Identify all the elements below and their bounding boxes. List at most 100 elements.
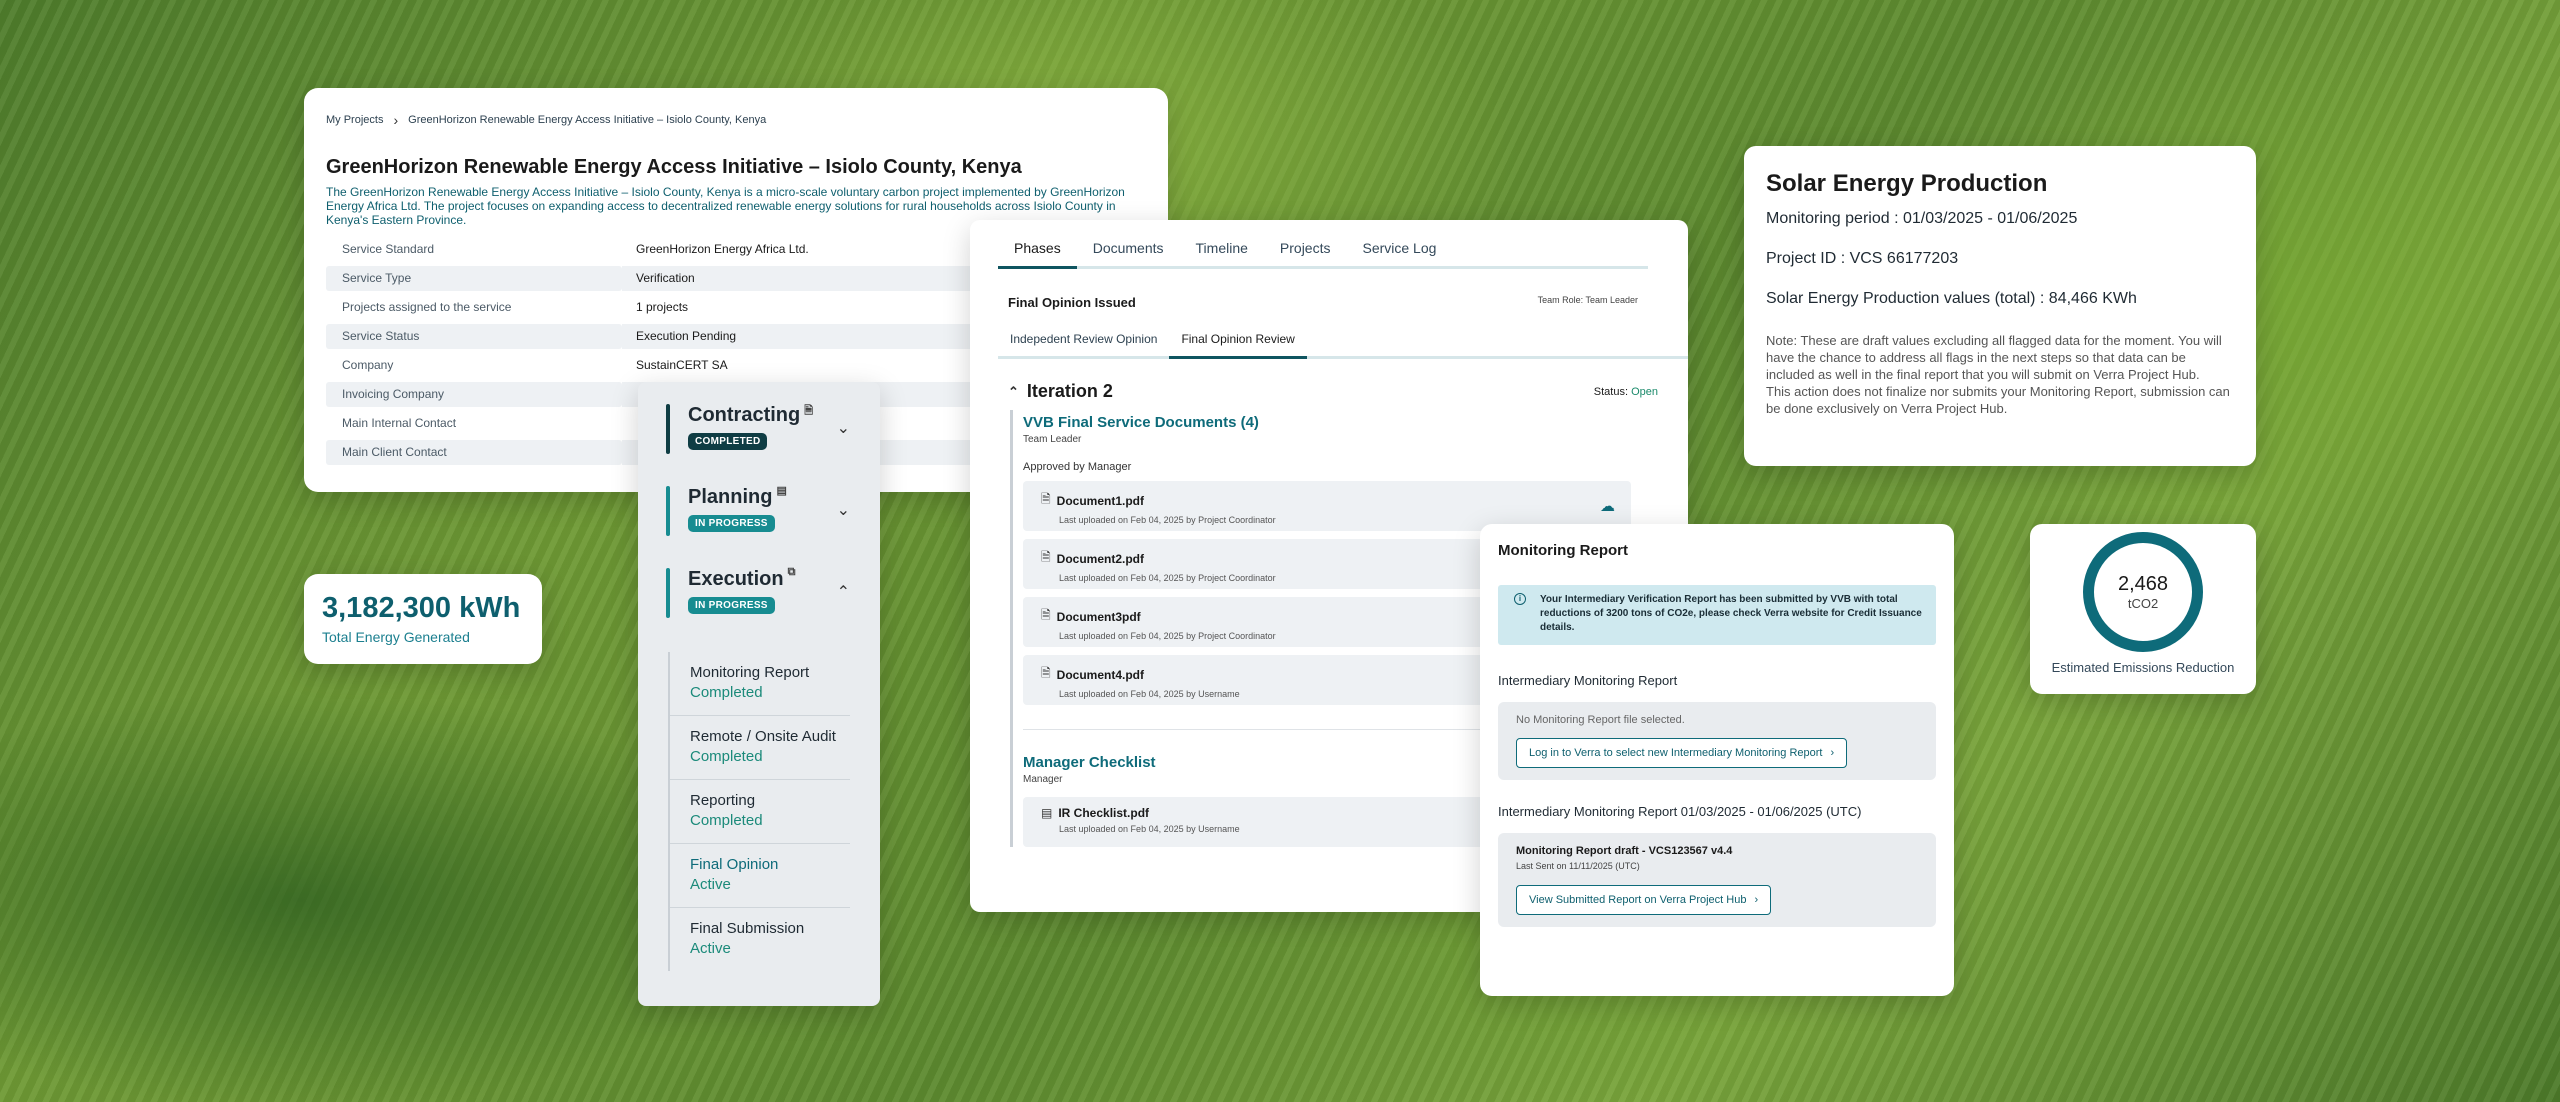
tab-timeline[interactable]: Timeline [1180,240,1264,266]
view-report-label: View Submitted Report on Verra Project H… [1529,894,1747,906]
cloud-upload-icon[interactable]: ☁ [1600,497,1615,515]
info-banner: i Your Intermediary Verification Report … [1498,585,1936,645]
draft-box: Monitoring Report draft - VCS123567 v4.4… [1498,833,1936,927]
total-energy-value: 3,182,300 kWh [322,592,521,624]
chevron-down-icon[interactable]: ⌄ [837,500,850,520]
status-badge: IN PROGRESS [688,597,775,614]
tab-projects[interactable]: Projects [1264,240,1347,266]
monitoring-report-card: Monitoring Report i Your Intermediary Ve… [1480,524,1954,996]
total-energy-label: Total Energy Generated [322,629,470,645]
tab-phases[interactable]: Phases [998,240,1077,269]
execution-steps: Monitoring Report Completed Remote / Onsi… [668,652,880,971]
monitoring-title: Monitoring Report [1498,542,1628,559]
document-name[interactable]: Document3pdf [1057,610,1141,624]
phase-planning[interactable]: Planning ▤ IN PROGRESS ⌄ [638,485,880,568]
step-status: Active [690,876,731,893]
info-icon: i [1514,593,1526,605]
step-monitoring-report[interactable]: Monitoring Report Completed [670,652,850,716]
imr-box: No Monitoring Report file selected. Log … [1498,702,1936,780]
step-final-opinion[interactable]: Final Opinion Active [670,844,850,908]
solar-note-1: Note: These are draft values excluding a… [1766,333,2222,382]
phase-indicator [666,486,670,536]
chevron-right-icon: › [393,112,399,128]
step-status: Completed [690,812,763,829]
solar-title: Solar Energy Production [1766,170,2048,197]
iteration-header[interactable]: ⌃ Iteration 2 Status: Open [998,381,1658,402]
monitoring-period: Monitoring period : 01/03/2025 - 01/06/2… [1766,210,2078,227]
step-title: Final Submission [690,920,805,937]
breadcrumb-my-projects[interactable]: My Projects [326,114,383,126]
verra-login-label: Log in to Verra to select new Intermedia… [1529,747,1823,759]
view-report-button[interactable]: View Submitted Report on Verra Project H… [1516,885,1772,915]
chevron-up-icon[interactable]: ⌃ [837,582,850,602]
verra-login-button[interactable]: Log in to Verra to select new Intermedia… [1516,738,1848,768]
status-badge: COMPLETED [688,433,768,450]
file-icon: 🗎 [1041,492,1051,506]
step-title: Final Opinion [690,856,779,873]
service-tabs: Phases Documents Timeline Projects Servi… [998,240,1648,269]
phase-name: Contracting [688,404,801,426]
step-status: Active [690,940,731,957]
vvb-documents-role: Team Leader [1023,434,1082,445]
emissions-value: 2,468 [2117,573,2169,595]
step-title: Monitoring Report [690,664,810,681]
approved-by-label: Approved by Manager [1023,461,1132,473]
info-text: Your Intermediary Verification Report ha… [1540,594,1922,633]
tab-service-log[interactable]: Service Log [1346,240,1452,266]
info-key: Company [342,358,394,372]
info-key: Service Standard [342,242,435,256]
period-heading: Intermediary Monitoring Report 01/03/202… [1498,804,1862,819]
total-energy-card: 3,182,300 kWh Total Energy Generated [304,574,542,664]
document-name[interactable]: Document2.pdf [1057,552,1144,566]
step-final-submission[interactable]: Final Submission Active [670,908,850,971]
chevron-right-icon: › [1754,894,1759,906]
iteration-title: Iteration 2 [1026,381,1113,401]
final-opinion-title: Final Opinion Issued [1008,295,1136,310]
info-key: Projects assigned to the service [342,300,512,314]
step-status: Completed [690,684,763,701]
phase-indicator [666,568,670,618]
phase-contracting[interactable]: Contracting 🗎 COMPLETED ⌄ [638,404,880,486]
breadcrumb: My Projects › GreenHorizon Renewable Ene… [326,112,1146,128]
emissions-unit: tCO2 [2127,596,2159,611]
document-icon: 🗎 [804,405,814,417]
info-key: Main Client Contact [326,440,622,465]
phase-name: Planning [688,486,773,508]
solar-production-card: Solar Energy Production Monitoring perio… [1744,146,2256,466]
no-file-text: No Monitoring Report file selected. [1516,714,1685,726]
emissions-ring: 2,468 tCO2 [2083,532,2203,652]
opinion-subtabs: Indepedent Review Opinion Final Opinion … [998,332,1688,359]
calendar-icon: ▤ [776,485,787,497]
chevron-down-icon[interactable]: ⌄ [837,418,850,438]
info-key: Service Type [326,266,622,291]
subtab-independent-review[interactable]: Indepedent Review Opinion [998,332,1169,356]
phase-indicator [666,404,670,454]
chevron-up-icon[interactable]: ⌃ [1008,384,1019,400]
subtab-final-opinion-review[interactable]: Final Opinion Review [1169,332,1307,359]
project-id: Project ID : VCS 66177203 [1766,250,1959,267]
info-key: Service Status [326,324,622,349]
chevron-right-icon: › [1830,747,1835,759]
project-title: GreenHorizon Renewable Energy Access Ini… [326,156,1022,178]
info-key: Invoicing Company [326,382,622,407]
file-icon: 🗎 [1041,550,1051,564]
solar-note-2: This action does not finalize nor submit… [1766,384,2230,416]
emissions-label: Estimated Emissions Reduction [2051,660,2235,675]
checklist-name[interactable]: IR Checklist.pdf [1058,806,1149,820]
solar-note: Note: These are draft values excluding a… [1766,332,2234,417]
phase-execution[interactable]: Execution ⧉ IN PROGRESS ⌃ [638,566,880,650]
tab-documents[interactable]: Documents [1077,240,1180,266]
production-values: Solar Energy Production values (total) :… [1766,290,2137,307]
vvb-documents-title[interactable]: VVB Final Service Documents (4) [1023,410,1654,431]
file-icon: 🗎 [1041,666,1051,680]
info-key: Main Internal Contact [342,416,457,430]
final-opinion-header: Final Opinion Issued Team Role: Team Lea… [998,295,1648,310]
step-remote-onsite-audit[interactable]: Remote / Onsite Audit Completed [670,716,850,780]
document-name[interactable]: Document1.pdf [1057,494,1144,508]
copy-icon: ⧉ [787,566,796,578]
step-reporting[interactable]: Reporting Completed [670,780,850,844]
draft-name: Monitoring Report draft - VCS123567 v4.4 [1516,845,1733,857]
document-name[interactable]: Document4.pdf [1057,668,1144,682]
step-status: Completed [690,748,763,765]
phases-sidebar: Contracting 🗎 COMPLETED ⌄ Planning ▤ IN PR… [638,382,880,1006]
